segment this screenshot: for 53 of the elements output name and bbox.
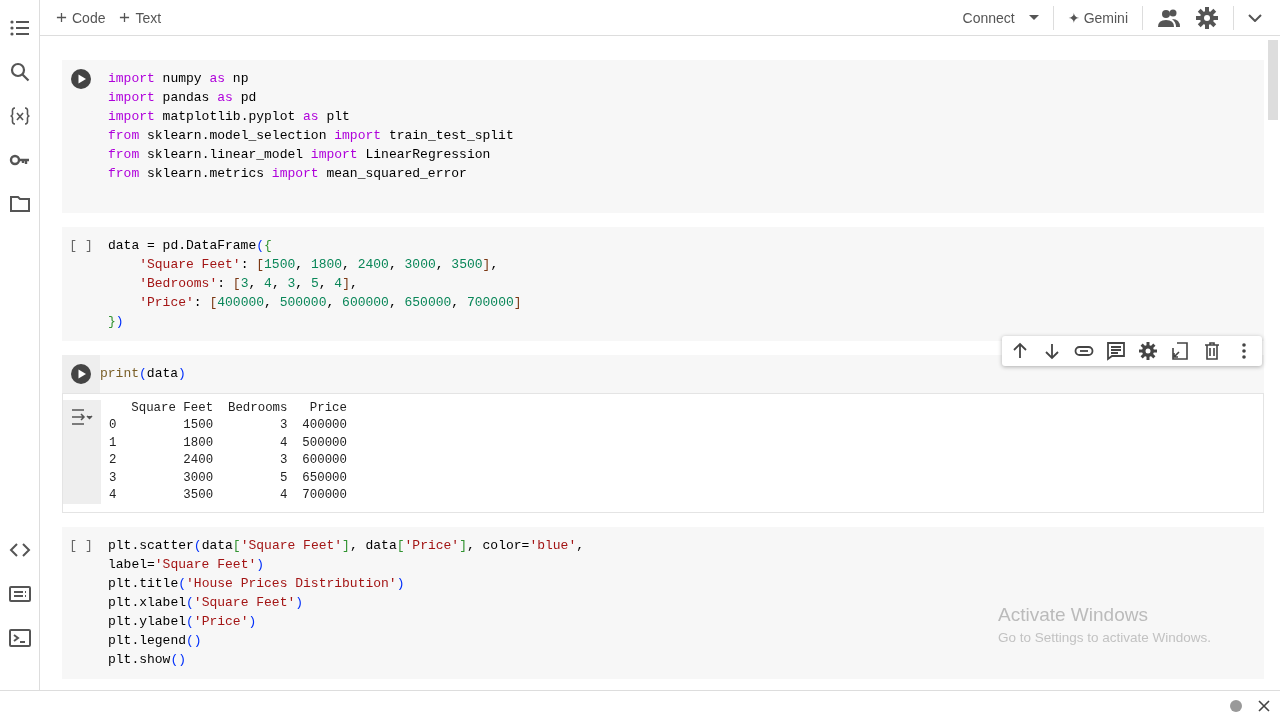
code-line: import pandas as pd (108, 89, 258, 107)
code-line: label='Square Feet') (108, 556, 266, 575)
code-line: data = pd.DataFrame({ (108, 237, 273, 255)
code-line: plt.legend() (108, 632, 203, 651)
code-line: 'Square Feet': [1500, 1800, 2400, 3000, 3500], (138, 256, 500, 274)
code-line: plt.xlabel('Square Feet') (108, 594, 305, 613)
people-icon[interactable] (1157, 7, 1181, 28)
run-icon[interactable] (71, 364, 91, 384)
execution-count[interactable]: [ ] (69, 536, 93, 556)
execution-count[interactable]: [ ] (69, 236, 93, 255)
code-line: from sklearn.linear_model import LinearRegression (108, 146, 492, 164)
plus-icon (119, 12, 131, 23)
delete-icon[interactable] (1202, 341, 1222, 361)
chevron-down-icon[interactable] (1248, 13, 1262, 22)
plus-icon (56, 12, 67, 23)
settings-icon[interactable] (1195, 5, 1219, 30)
code-line: plt.scatter(data['Square Feet'], data['Price'], color='blue', (108, 537, 584, 556)
scrollbar-thumb[interactable] (1268, 40, 1278, 120)
output-line: Square Feet Bedrooms Price (130, 400, 347, 417)
output-line: 4 3500 4 700000 (109, 487, 347, 505)
gemini-button[interactable]: ✦ Gemini (1067, 9, 1128, 26)
close-icon[interactable] (1258, 699, 1270, 712)
page-arrow-icon[interactable] (1170, 341, 1190, 361)
code-line: from sklearn.model_selection import train_test_split (108, 127, 514, 145)
code-line: plt.show() (108, 651, 188, 670)
add-cell-button[interactable]: Text (119, 9, 162, 26)
code-line: 'Bedrooms': [3, 4, 3, 5, 4], (138, 275, 359, 293)
add-cell-button[interactable]: Code (56, 9, 106, 26)
code-cell[interactable] (62, 60, 1264, 213)
status-dot-icon (1230, 699, 1242, 712)
code-cell[interactable]: print(data) (62, 355, 1264, 393)
activation-title: Activate Windows (998, 604, 1149, 626)
code-line: import numpy as np (108, 70, 250, 88)
arrow-down-icon[interactable] (1042, 341, 1062, 361)
code-cell[interactable]: [ ] data = pd.DataFrame({ 'Square Feet': [1500, 1800, 2400, 3000, 3500], 'Bedrooms': [3, 4, 3, 5, 4], 'Price': [400000, 500000, 600000, 650000, 700000] }) (62, 227, 1264, 341)
output-icon[interactable] (71, 409, 93, 425)
output-line: 3 3000 5 650000 (109, 469, 347, 487)
output-line: 1 1800 4 500000 (109, 434, 347, 452)
run-icon[interactable] (71, 69, 91, 89)
output-line: 0 1500 3 400000 (109, 417, 347, 435)
code-line: print(data) (100, 365, 186, 383)
code-line: from sklearn.metrics import mean_squared_error (108, 165, 468, 183)
connect-button[interactable]: Connect (962, 9, 1015, 26)
comment-icon[interactable] (1106, 341, 1126, 361)
code-line: 'Price': [400000, 500000, 600000, 650000, 700000] (138, 294, 522, 312)
caret-icon[interactable] (1028, 15, 1039, 20)
code-line: }) (108, 313, 125, 331)
code-line: plt.ylabel('Price') (108, 613, 258, 632)
code-line: plt.title('House Prices Distribution') (108, 575, 406, 594)
code-line: import matplotlib.pyplot as plt (108, 108, 351, 126)
output-line: 2 2400 3 600000 (109, 452, 347, 470)
terminal-icon[interactable] (7, 626, 32, 650)
settings-icon[interactable] (1138, 341, 1158, 361)
